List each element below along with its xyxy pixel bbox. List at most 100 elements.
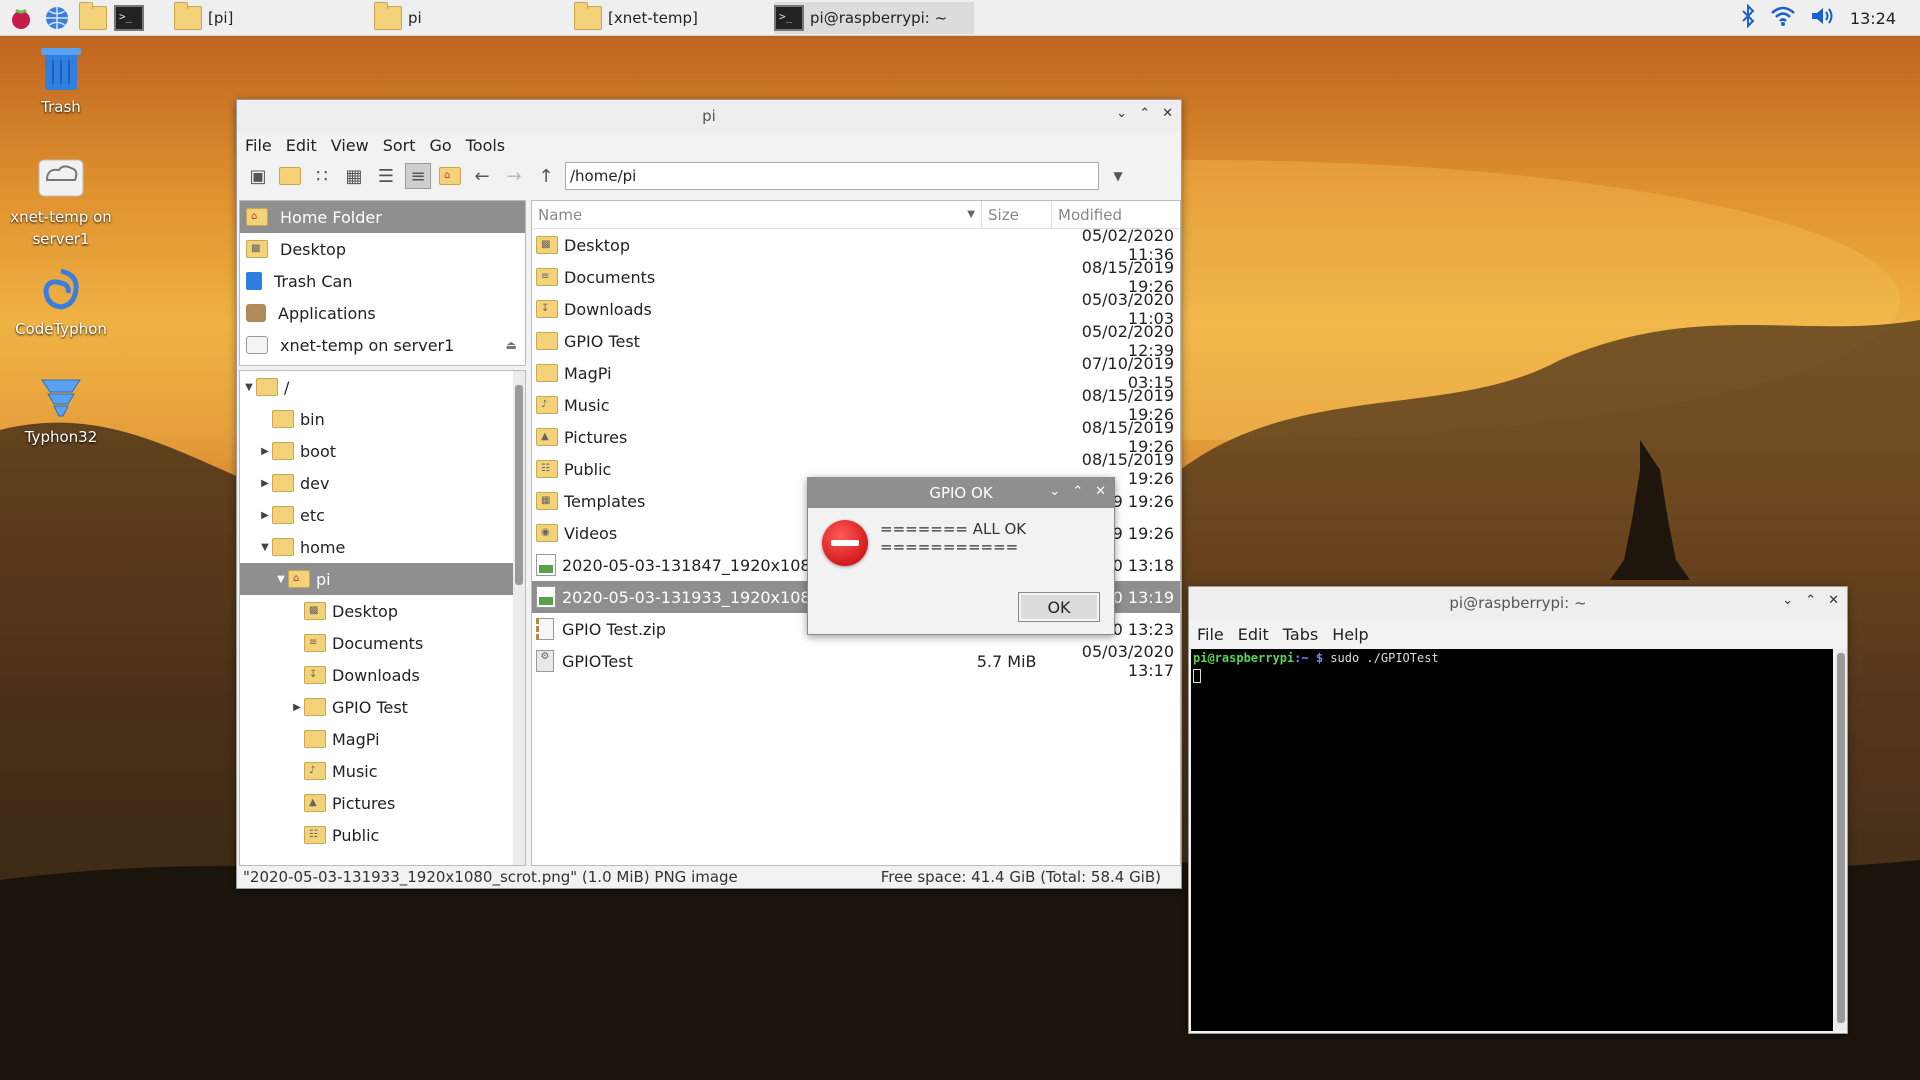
tree-scrollbar[interactable]	[513, 371, 525, 865]
file-row[interactable]: ▩ Desktop 05/02/2020 11:36	[532, 226, 1180, 264]
desktop-icon-trash[interactable]: Trash	[6, 44, 116, 118]
place-xnet-temp[interactable]: xnet-temp on server1 ⏏	[240, 329, 525, 361]
menu-sort[interactable]: Sort	[383, 136, 416, 155]
menu-file[interactable]: File	[245, 136, 272, 155]
file-manager-launcher-icon[interactable]	[78, 1, 108, 33]
new-window-icon[interactable]: ▣	[245, 163, 271, 189]
task-pi[interactable]: pi	[374, 2, 564, 34]
tree-node-pi[interactable]: ▼ ⌂ pi	[240, 563, 525, 595]
close-icon[interactable]: ✕	[1828, 593, 1839, 608]
new-folder-icon[interactable]	[277, 163, 303, 189]
tree-node-gpio-test[interactable]: ▶ GPIO Test	[240, 691, 525, 723]
file-row[interactable]: ↧ Downloads 05/03/2020 11:03	[532, 290, 1180, 328]
maximize-icon[interactable]: ⌃	[1139, 106, 1150, 121]
up-arrow-icon[interactable]: ↑	[533, 163, 559, 189]
tree-node-music[interactable]: ♪ Music	[240, 755, 525, 787]
place-home-folder[interactable]: ⌂ Home Folder	[240, 201, 525, 233]
expand-arrow-icon[interactable]: ▶	[258, 510, 272, 521]
expand-arrow-icon[interactable]: ▶	[258, 478, 272, 489]
tree-node-documents[interactable]: ≡ Documents	[240, 627, 525, 659]
tree-node-dev[interactable]: ▶ dev	[240, 467, 525, 499]
file-row[interactable]: ⚙ GPIOTest 5.7 MiB 05/03/2020 13:17	[532, 642, 1180, 680]
forward-arrow-icon[interactable]: →	[501, 163, 527, 189]
close-icon[interactable]: ✕	[1095, 484, 1106, 499]
file-name-cell: MagPi	[532, 364, 974, 383]
file-row[interactable]: GPIO Test 05/02/2020 12:39	[532, 322, 1180, 360]
thumbnail-view-icon[interactable]: ▦	[341, 163, 367, 189]
clock[interactable]: 13:24	[1850, 9, 1896, 28]
place-applications[interactable]: Applications	[240, 297, 525, 329]
close-icon[interactable]: ✕	[1162, 106, 1173, 121]
compact-view-icon[interactable]: ☰	[373, 163, 399, 189]
raspberry-menu-icon[interactable]	[6, 3, 36, 33]
address-bar[interactable]: /home/pi	[565, 162, 1099, 190]
pictures-folder-icon: ▲	[536, 428, 558, 446]
eject-icon[interactable]: ⏏	[506, 338, 517, 352]
terminal-scrollbar[interactable]	[1835, 649, 1847, 1031]
task-terminal[interactable]: >_ pi@raspberrypi: ~	[774, 2, 974, 34]
window-titlebar[interactable]: pi ⌄ ⌃ ✕	[237, 100, 1181, 132]
bluetooth-icon[interactable]	[1740, 3, 1756, 32]
minimize-icon[interactable]: ⌄	[1782, 593, 1793, 608]
icon-view-icon[interactable]: ∷	[309, 163, 335, 189]
collapse-arrow-icon[interactable]: ▼	[242, 382, 256, 393]
file-row[interactable]: ♪ Music 08/15/2019 19:26	[532, 386, 1180, 424]
tree-node-root[interactable]: ▼ /	[240, 371, 525, 403]
tree-node-bin[interactable]: bin	[240, 403, 525, 435]
column-name[interactable]: Name ▼	[532, 201, 982, 228]
tree-node-downloads[interactable]: ↧ Downloads	[240, 659, 525, 691]
browser-icon[interactable]	[42, 3, 72, 33]
menu-tools[interactable]: Tools	[466, 136, 505, 155]
menu-edit[interactable]: Edit	[286, 136, 317, 155]
file-row[interactable]: ≡ Documents 08/15/2019 19:26	[532, 258, 1180, 296]
menu-file[interactable]: File	[1197, 625, 1224, 644]
volume-icon[interactable]	[1810, 5, 1836, 31]
terminal-launcher-icon[interactable]: >_	[114, 3, 144, 33]
menu-tabs[interactable]: Tabs	[1283, 625, 1318, 644]
expand-arrow-icon[interactable]: ▶	[258, 446, 272, 457]
task-xnet-temp[interactable]: [xnet-temp]	[574, 2, 764, 34]
wifi-icon[interactable]	[1770, 5, 1796, 31]
tree-node-home[interactable]: ▼ home	[240, 531, 525, 563]
system-tray: 13:24	[1740, 0, 1920, 36]
collapse-arrow-icon[interactable]: ▼	[258, 542, 272, 553]
menu-view[interactable]: View	[331, 136, 369, 155]
ok-button[interactable]: OK	[1018, 592, 1100, 622]
desktop-icon-label: Typhon32	[24, 428, 98, 446]
gpio-ok-dialog: GPIO OK ⌄ ⌃ ✕ ======= ALL OK ===========…	[807, 477, 1115, 635]
maximize-icon[interactable]: ⌃	[1805, 593, 1816, 608]
minimize-icon[interactable]: ⌄	[1116, 106, 1127, 121]
file-row[interactable]: ▲ Pictures 08/15/2019 19:26	[532, 418, 1180, 456]
collapse-arrow-icon[interactable]: ▼	[274, 574, 288, 585]
tree-node-etc[interactable]: ▶ etc	[240, 499, 525, 531]
tree-node-desktop[interactable]: ▩ Desktop	[240, 595, 525, 627]
dialog-titlebar[interactable]: GPIO OK ⌄ ⌃ ✕	[808, 478, 1114, 508]
menu-edit[interactable]: Edit	[1238, 625, 1269, 644]
minimize-icon[interactable]: ⌄	[1049, 484, 1060, 499]
address-dropdown-icon[interactable]: ▼	[1105, 163, 1131, 189]
tree-scrollbar-thumb[interactable]	[515, 385, 523, 585]
column-size[interactable]: Size	[982, 201, 1052, 228]
menu-help[interactable]: Help	[1332, 625, 1368, 644]
task-pi-bracket[interactable]: [pi]	[174, 2, 364, 34]
desktop-icon-xnet-temp[interactable]: xnet-temp on server1	[6, 154, 116, 250]
window-titlebar[interactable]: pi@raspberrypi: ~ ⌄ ⌃ ✕	[1189, 587, 1847, 619]
maximize-icon[interactable]: ⌃	[1072, 484, 1083, 499]
menu-go[interactable]: Go	[430, 136, 452, 155]
detailed-list-view-icon[interactable]: ≡	[405, 163, 431, 189]
place-desktop[interactable]: ▩ Desktop	[240, 233, 525, 265]
desktop-icon-codetyphon[interactable]: CodeTyphon	[6, 266, 116, 340]
column-modified[interactable]: Modified	[1052, 201, 1180, 228]
expand-arrow-icon[interactable]: ▶	[290, 702, 304, 713]
tree-node-pictures[interactable]: ▲ Pictures	[240, 787, 525, 819]
desktop-icon-typhon32[interactable]: Typhon32	[6, 374, 116, 448]
place-trash-can[interactable]: Trash Can	[240, 265, 525, 297]
tree-node-public[interactable]: ☷ Public	[240, 819, 525, 851]
tree-node-magpi[interactable]: MagPi	[240, 723, 525, 755]
terminal-scrollbar-thumb[interactable]	[1837, 653, 1845, 1023]
back-arrow-icon[interactable]: ←	[469, 163, 495, 189]
home-icon[interactable]: ⌂	[437, 163, 463, 189]
tree-node-boot[interactable]: ▶ boot	[240, 435, 525, 467]
file-row[interactable]: MagPi 07/10/2019 03:15	[532, 354, 1180, 392]
terminal-output[interactable]: pi@raspberrypi:~ $ sudo ./GPIOTest	[1191, 649, 1833, 1031]
